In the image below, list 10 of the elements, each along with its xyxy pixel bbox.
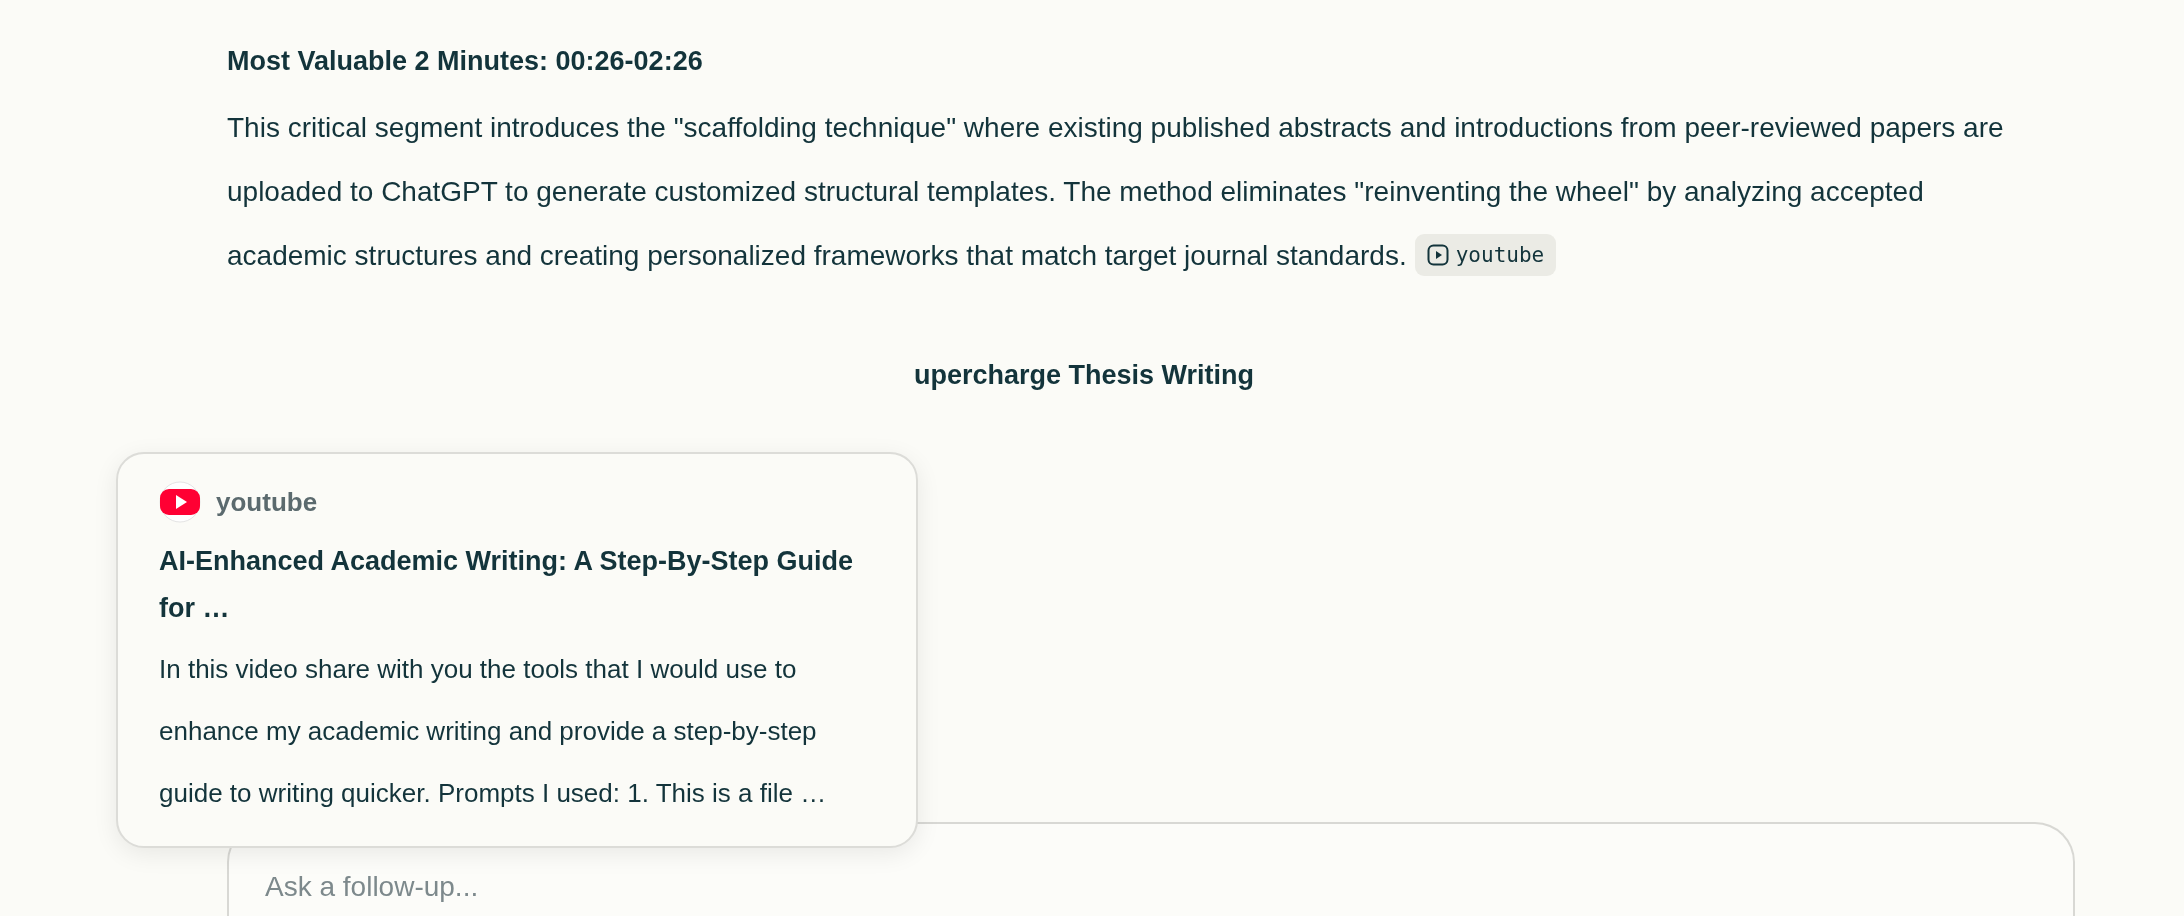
section-heading: upercharge Thesis Writing <box>914 360 1255 390</box>
video-logo-icon <box>159 481 201 523</box>
source-name: youtube <box>216 486 318 518</box>
video-title[interactable]: AI-Enhanced Academic Writing: A Step-By-Step Guide for … <box>159 538 875 632</box>
citation-chip[interactable]: youtube <box>1414 233 1557 276</box>
follow-up-field[interactable]: Ask a follow-up... <box>227 822 2075 916</box>
section-heading: Most Valuable 2 Minutes: 00:26-02:26 <box>227 45 704 78</box>
play-icon <box>1426 243 1449 266</box>
video-description: In this video share with you the tools that I would use to enhance my academic writing and provide a step-by-step guide to writing quicker. Prompts I used: 1. This is a file … <box>159 653 828 810</box>
answer-paragraph: This critical segment introduces the "scaffolding technique" where existing published abstracts and introductions from peer-reviewed papers are uploaded to ChatGPT to generate customized structural templates. The method eliminates "reinventing the wheel" by analyzing accepted academic structures and creating personalized frameworks that match target journal standards. youtube <box>227 96 2037 288</box>
